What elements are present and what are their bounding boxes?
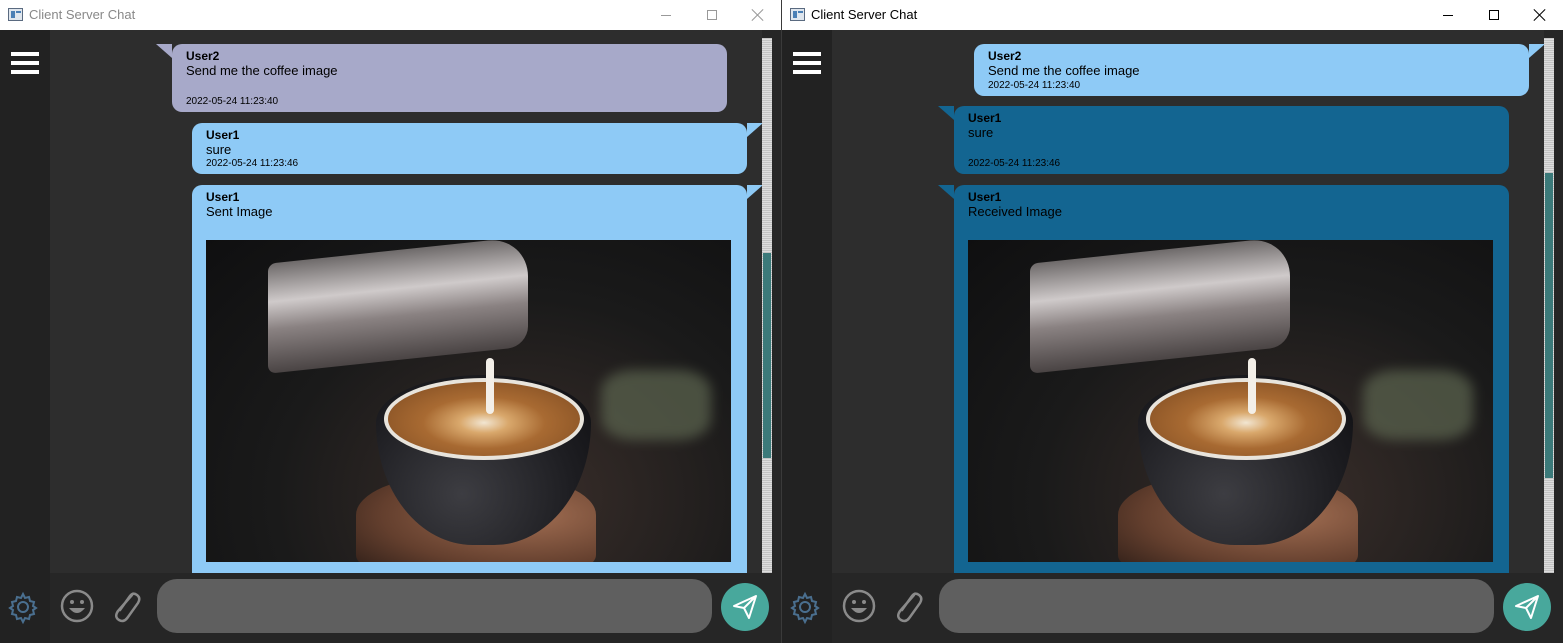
hamburger-menu-icon[interactable]: [11, 52, 39, 74]
message-sender: User2: [988, 49, 1022, 63]
paperclip-icon[interactable]: [890, 587, 924, 625]
message-bubble-other-image: User1 Received Image: [938, 185, 1509, 573]
chat-window-right: Client Server Chat User2 Send me the cof…: [782, 0, 1563, 643]
minimize-button[interactable]: [1425, 0, 1471, 30]
maximize-icon: [1489, 10, 1499, 20]
message-text: sure: [206, 142, 232, 157]
message-timestamp: 2022-05-24 11:23:40: [186, 96, 279, 107]
paperclip-icon[interactable]: [108, 587, 142, 625]
close-button[interactable]: [735, 0, 781, 30]
maximize-icon: [707, 10, 717, 20]
message-text: Send me the coffee image: [988, 63, 1140, 78]
smiley-icon[interactable]: [842, 589, 876, 623]
hamburger-menu-icon[interactable]: [793, 52, 821, 74]
smiley-icon[interactable]: [60, 589, 94, 623]
message-sender: User2: [186, 49, 220, 63]
send-button[interactable]: [1503, 583, 1551, 631]
message-timestamp: 2022-05-24 11:23:40: [988, 80, 1081, 91]
latte-art-coffee-photo[interactable]: [968, 240, 1493, 562]
scrollbar-thumb[interactable]: [1545, 173, 1553, 478]
scrollbar-thumb[interactable]: [763, 253, 771, 458]
paper-plane-icon: [731, 593, 759, 621]
window-title: Client Server Chat: [811, 7, 918, 22]
message-text: Received Image: [968, 204, 1062, 219]
chat-scrollbar[interactable]: [1544, 38, 1554, 573]
message-bubble-received: User2 Send me the coffee image 2022-05-2…: [974, 44, 1544, 96]
paper-plane-icon: [1513, 593, 1541, 621]
compose-bar: [782, 573, 1563, 643]
message-input[interactable]: [157, 579, 712, 633]
sidebar: [0, 30, 50, 643]
message-timestamp: 2022-05-24 11:23:46: [968, 158, 1061, 169]
message-bubble-sent: User1 sure 2022-05-24 11:23:46: [192, 123, 762, 174]
maximize-button[interactable]: [1471, 0, 1517, 30]
message-bubble-other: User1 sure 2022-05-24 11:23:46: [938, 106, 1509, 174]
message-text: Sent Image: [206, 204, 273, 219]
close-icon: [1534, 9, 1546, 21]
close-icon: [752, 9, 764, 21]
window-app-icon: [8, 8, 23, 21]
latte-art-coffee-photo[interactable]: [206, 240, 731, 562]
message-bubble-received: User2 Send me the coffee image 2022-05-2…: [156, 44, 727, 112]
send-button[interactable]: [721, 583, 769, 631]
message-sender: User1: [206, 128, 240, 142]
message-sender: User1: [968, 190, 1002, 204]
window-title: Client Server Chat: [29, 7, 136, 22]
minimize-button[interactable]: [643, 0, 689, 30]
chat-scrollbar[interactable]: [762, 38, 772, 573]
compose-bar: [0, 573, 781, 643]
message-bubble-sent-image: User1 Sent Image: [192, 185, 762, 573]
message-text: sure: [968, 125, 994, 140]
chat-area: User2 Send me the coffee image 2022-05-2…: [832, 30, 1544, 573]
title-bar[interactable]: Client Server Chat: [782, 0, 1563, 30]
message-text: Send me the coffee image: [186, 63, 338, 78]
maximize-button[interactable]: [689, 0, 735, 30]
message-sender: User1: [968, 111, 1002, 125]
chat-area: User2 Send me the coffee image 2022-05-2…: [50, 30, 762, 573]
minimize-icon: [661, 14, 671, 16]
title-bar[interactable]: Client Server Chat: [0, 0, 781, 30]
message-input[interactable]: [939, 579, 1494, 633]
sidebar: [782, 30, 832, 643]
minimize-icon: [1443, 14, 1453, 16]
message-timestamp: 2022-05-24 11:23:46: [206, 158, 299, 169]
window-app-icon: [790, 8, 805, 21]
close-button[interactable]: [1517, 0, 1563, 30]
chat-window-left: Client Server Chat User2 Send me the cof…: [0, 0, 781, 643]
message-sender: User1: [206, 190, 240, 204]
